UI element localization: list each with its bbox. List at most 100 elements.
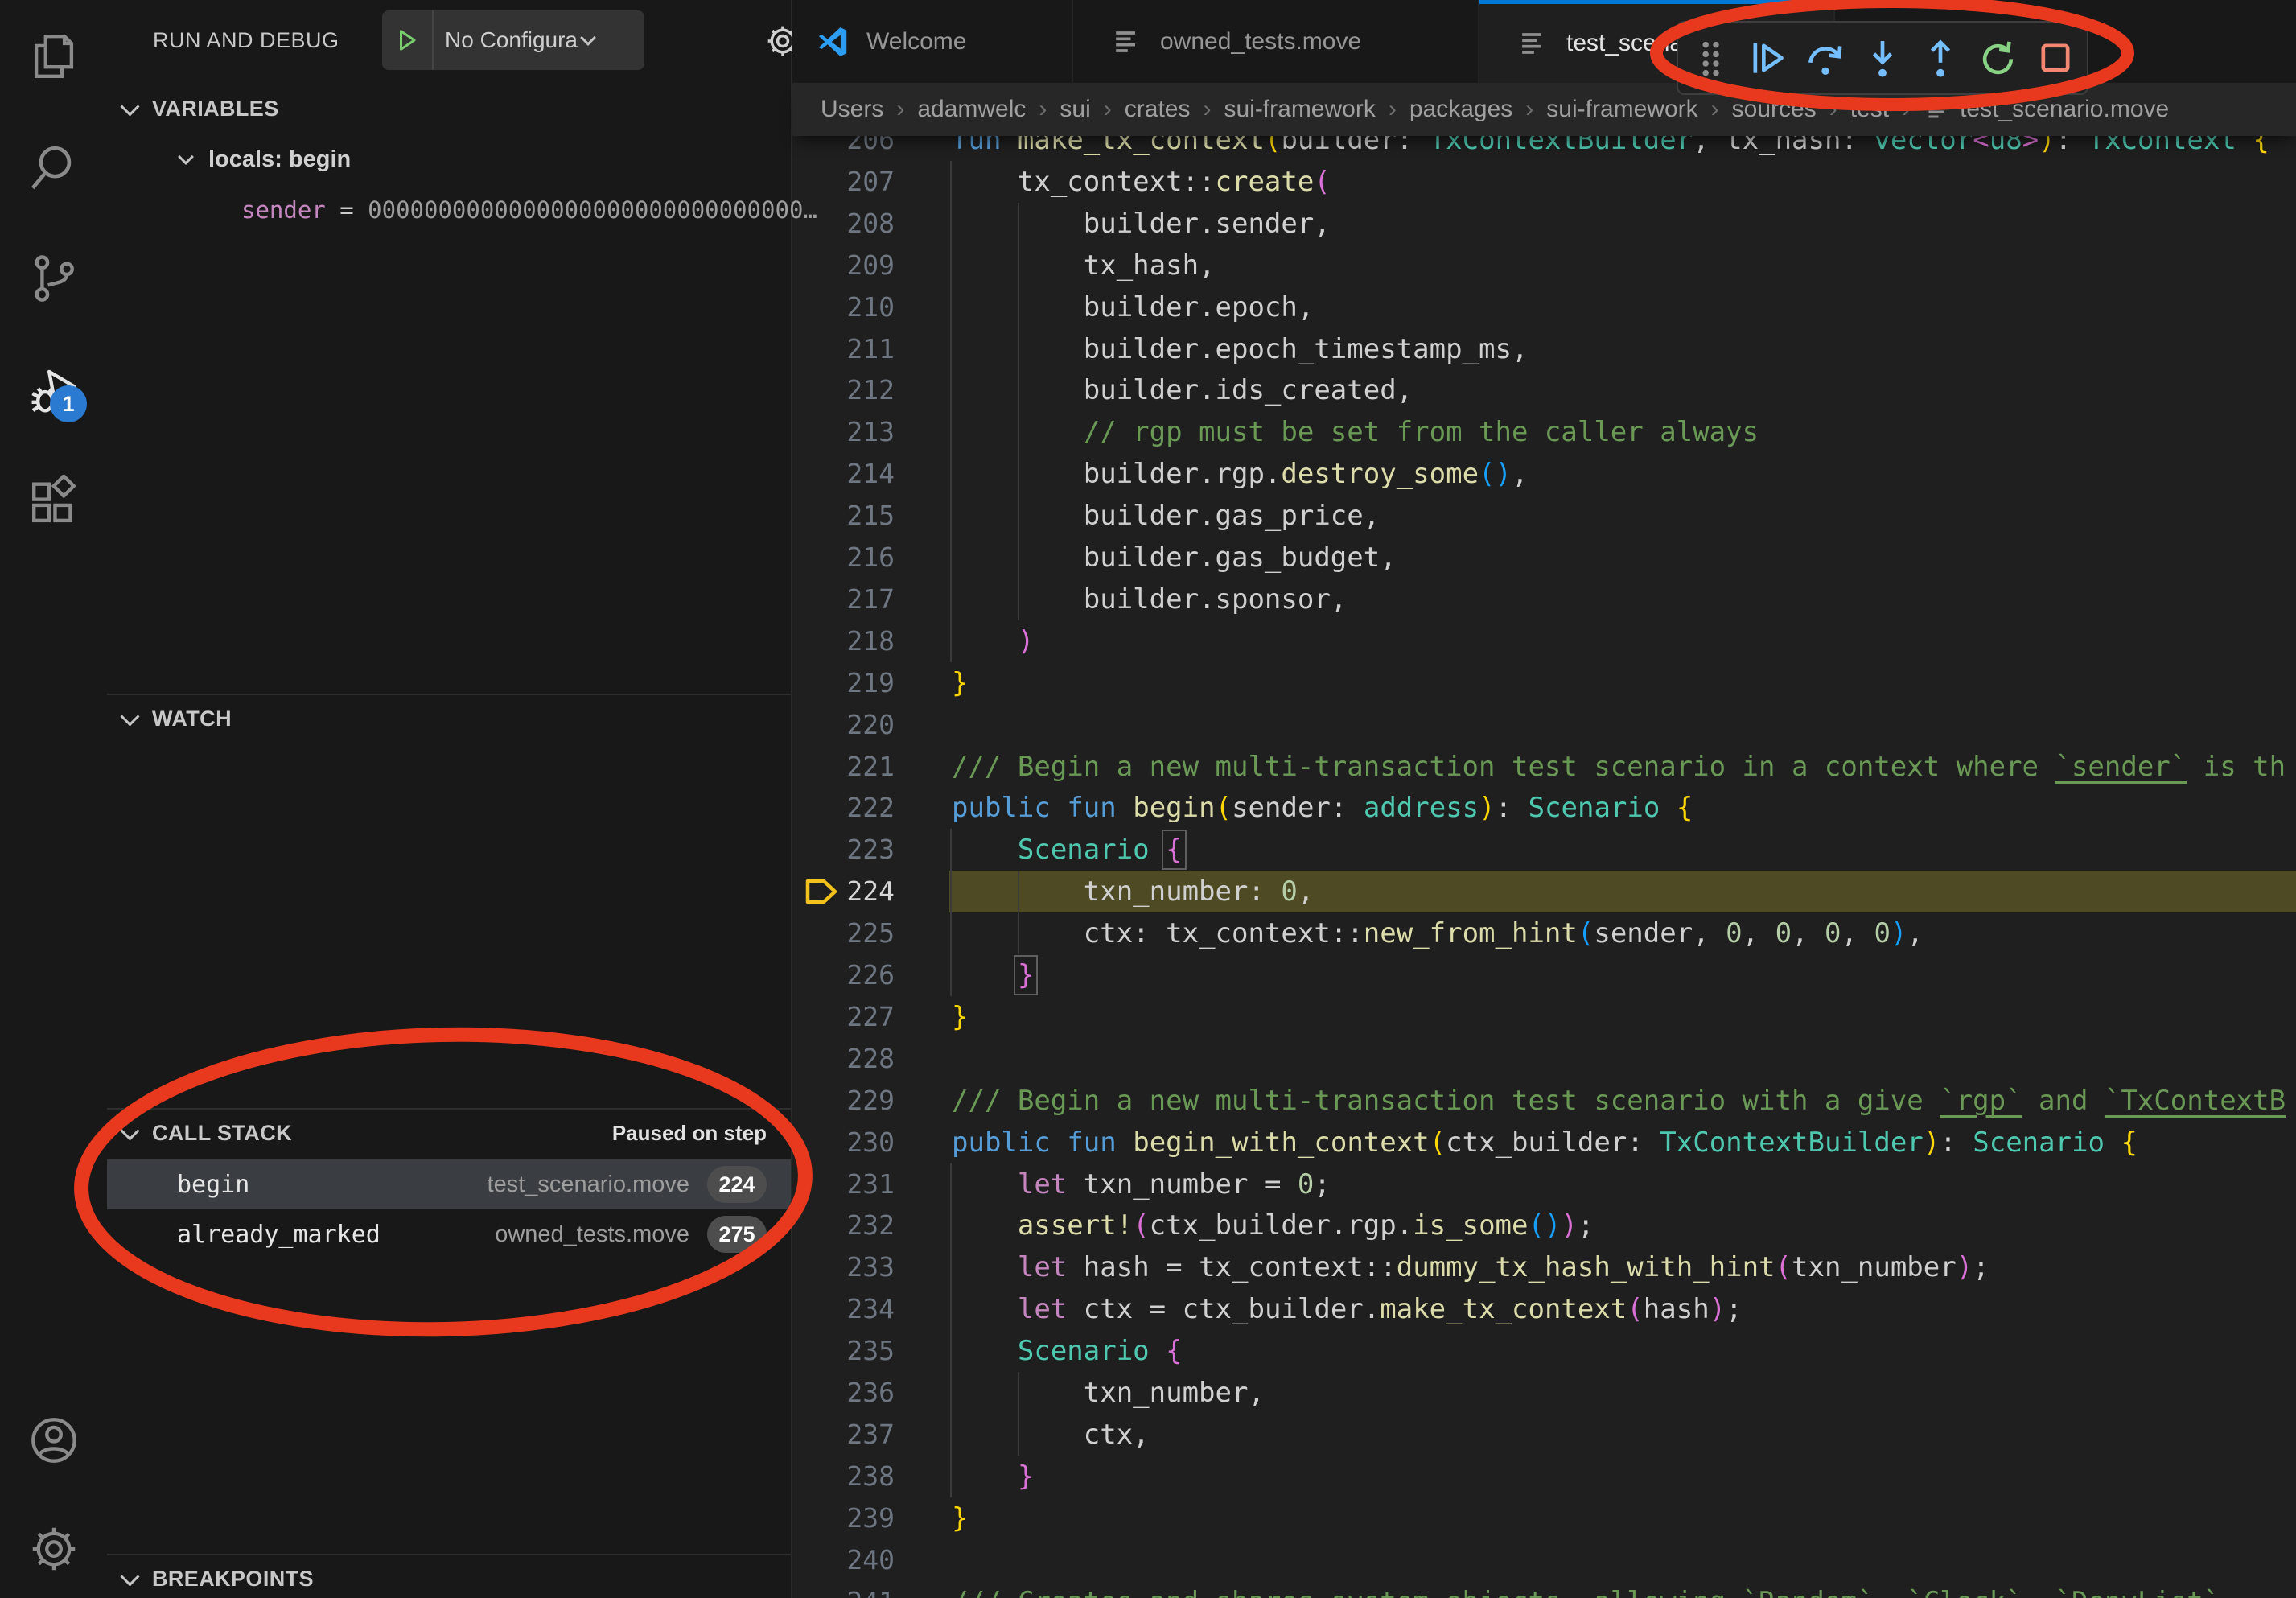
gripper-handle[interactable] — [1685, 29, 1736, 87]
code-line[interactable]: 232 assert!(ctx_builder.rgp.is_some()); — [792, 1205, 2296, 1246]
breadcrumb-item[interactable]: packages — [1409, 96, 1512, 123]
line-number[interactable]: 213 — [821, 411, 895, 453]
debug-config-dropdown[interactable]: No Configura — [382, 10, 644, 70]
line-number[interactable]: 228 — [821, 1038, 895, 1080]
line-number[interactable]: 221 — [821, 746, 895, 788]
line-number[interactable]: 216 — [821, 537, 895, 579]
line-number[interactable]: 208 — [821, 203, 895, 245]
debug-button[interactable]: 1 — [0, 353, 107, 430]
line-number[interactable]: 230 — [821, 1122, 895, 1163]
line-number[interactable]: 215 — [821, 495, 895, 537]
line-number[interactable]: 229 — [821, 1080, 895, 1122]
code-line[interactable]: 230public fun begin_with_context(ctx_bui… — [792, 1122, 2296, 1163]
variables-label: VARIABLES — [152, 97, 279, 121]
line-number[interactable]: 237 — [821, 1414, 895, 1456]
code-line[interactable]: 207 tx_context::create( — [792, 161, 2296, 203]
breadcrumb-item[interactable]: sources — [1732, 96, 1817, 123]
call-stack-section-header[interactable]: CALL STACK Paused on step — [107, 1113, 791, 1153]
line-number[interactable]: 220 — [821, 704, 895, 746]
code-line[interactable]: 235 Scenario { — [792, 1330, 2296, 1372]
line-number[interactable]: 232 — [821, 1205, 895, 1246]
breadcrumb-item[interactable]: crates — [1125, 96, 1191, 123]
code-line[interactable]: 220 — [792, 704, 2296, 746]
breadcrumb-file[interactable]: test_scenario.move — [1960, 96, 2169, 123]
line-number[interactable]: 226 — [821, 954, 895, 996]
line-number[interactable]: 231 — [821, 1163, 895, 1205]
restart-button[interactable] — [1972, 29, 2023, 87]
stop-button[interactable] — [2030, 29, 2081, 87]
breadcrumb-item[interactable]: Users — [821, 96, 883, 123]
code-line[interactable]: 219} — [792, 662, 2296, 704]
variables-section-header[interactable]: VARIABLES — [107, 89, 791, 129]
code-line[interactable]: 241/// Creates and shares system objects… — [792, 1581, 2296, 1598]
source-control-button[interactable] — [0, 240, 107, 317]
code-line[interactable]: 228 — [792, 1038, 2296, 1080]
gripper-icon — [1688, 35, 1733, 80]
code-editor[interactable]: 206fun make_tx_context(builder: TxContex… — [792, 0, 2296, 1598]
tab-welcome[interactable]: Welcome — [792, 0, 1073, 83]
continue-button[interactable] — [1742, 29, 1793, 87]
line-number[interactable]: 212 — [821, 369, 895, 411]
code-line[interactable]: 221/// Begin a new multi-transaction tes… — [792, 746, 2296, 788]
step-into-button[interactable] — [1857, 29, 1908, 87]
line-number[interactable]: 224 — [821, 871, 895, 912]
code-line[interactable]: 218 ) — [792, 620, 2296, 662]
line-number[interactable]: 222 — [821, 787, 895, 829]
line-number[interactable]: 239 — [821, 1497, 895, 1539]
code-line[interactable]: 234 let ctx = ctx_builder.make_tx_contex… — [792, 1288, 2296, 1330]
breadcrumb-item[interactable]: sui-framework — [1546, 96, 1697, 123]
line-number[interactable]: 207 — [821, 161, 895, 203]
line-number[interactable]: 236 — [821, 1372, 895, 1414]
code-text: } — [952, 954, 1034, 996]
line-number[interactable]: 217 — [821, 579, 895, 620]
code-line[interactable]: 238 } — [792, 1456, 2296, 1497]
call-stack-frame[interactable]: begintest_scenario.move224 — [107, 1159, 791, 1209]
watch-section-header[interactable]: WATCH — [107, 698, 791, 739]
breakpoints-section-header[interactable]: BREAKPOINTS — [107, 1559, 791, 1598]
line-number[interactable]: 235 — [821, 1330, 895, 1372]
line-number[interactable]: 240 — [821, 1539, 895, 1581]
code-line[interactable]: 227} — [792, 996, 2296, 1038]
line-number[interactable]: 234 — [821, 1288, 895, 1330]
breadcrumb-item[interactable]: test — [1850, 96, 1889, 123]
line-number[interactable]: 214 — [821, 453, 895, 495]
tab-owned_tests-move[interactable]: owned_tests.move — [1073, 0, 1479, 83]
account-button[interactable] — [0, 1402, 107, 1479]
line-number[interactable]: 227 — [821, 996, 895, 1038]
code-line[interactable]: 222public fun begin(sender: address): Sc… — [792, 787, 2296, 829]
line-number[interactable]: 209 — [821, 245, 895, 286]
breadcrumb-item[interactable]: sui-framework — [1224, 96, 1375, 123]
line-number[interactable]: 211 — [821, 328, 895, 370]
code-line[interactable]: 223 Scenario { — [792, 829, 2296, 871]
code-line[interactable]: 226 } — [792, 954, 2296, 996]
code-line[interactable]: 229/// Begin a new multi-transaction tes… — [792, 1080, 2296, 1122]
code-line[interactable]: 231 let txn_number = 0; — [792, 1163, 2296, 1205]
breadcrumb-separator-icon: › — [1389, 96, 1397, 123]
settings-gear-button[interactable] — [0, 1510, 107, 1588]
line-number[interactable]: 238 — [821, 1456, 895, 1497]
code-line[interactable]: 233 let hash = tx_context::dummy_tx_hash… — [792, 1246, 2296, 1288]
line-number[interactable]: 219 — [821, 662, 895, 704]
line-number[interactable]: 223 — [821, 829, 895, 871]
variables-scope-row[interactable]: locals: begin — [107, 138, 791, 180]
breadcrumb-item[interactable]: adamwelc — [917, 96, 1026, 123]
code-text: builder.ids_created, — [952, 369, 1413, 411]
step-over-button[interactable] — [1800, 29, 1851, 87]
breadcrumb-item[interactable]: sui — [1060, 96, 1090, 123]
call-stack-frame[interactable]: already_markedowned_tests.move275 — [107, 1209, 791, 1259]
code-line[interactable]: 239} — [792, 1497, 2296, 1539]
start-debug-button[interactable] — [382, 10, 434, 70]
line-number[interactable]: 225 — [821, 912, 895, 954]
search-button[interactable] — [0, 130, 107, 207]
line-number[interactable]: 233 — [821, 1246, 895, 1288]
line-number[interactable]: 241 — [821, 1581, 895, 1598]
variable-row[interactable]: sender = 0000000000000000000000000000000… — [107, 189, 791, 231]
frame-location: test_scenario.move224 — [488, 1166, 767, 1203]
extensions-button[interactable] — [0, 464, 107, 542]
explorer-button[interactable] — [0, 18, 107, 95]
step-out-button[interactable] — [1915, 29, 1966, 87]
line-number[interactable]: 210 — [821, 286, 895, 328]
code-line[interactable]: 240 — [792, 1539, 2296, 1581]
breadcrumb-separator-icon: › — [1902, 96, 1910, 123]
line-number[interactable]: 218 — [821, 620, 895, 662]
